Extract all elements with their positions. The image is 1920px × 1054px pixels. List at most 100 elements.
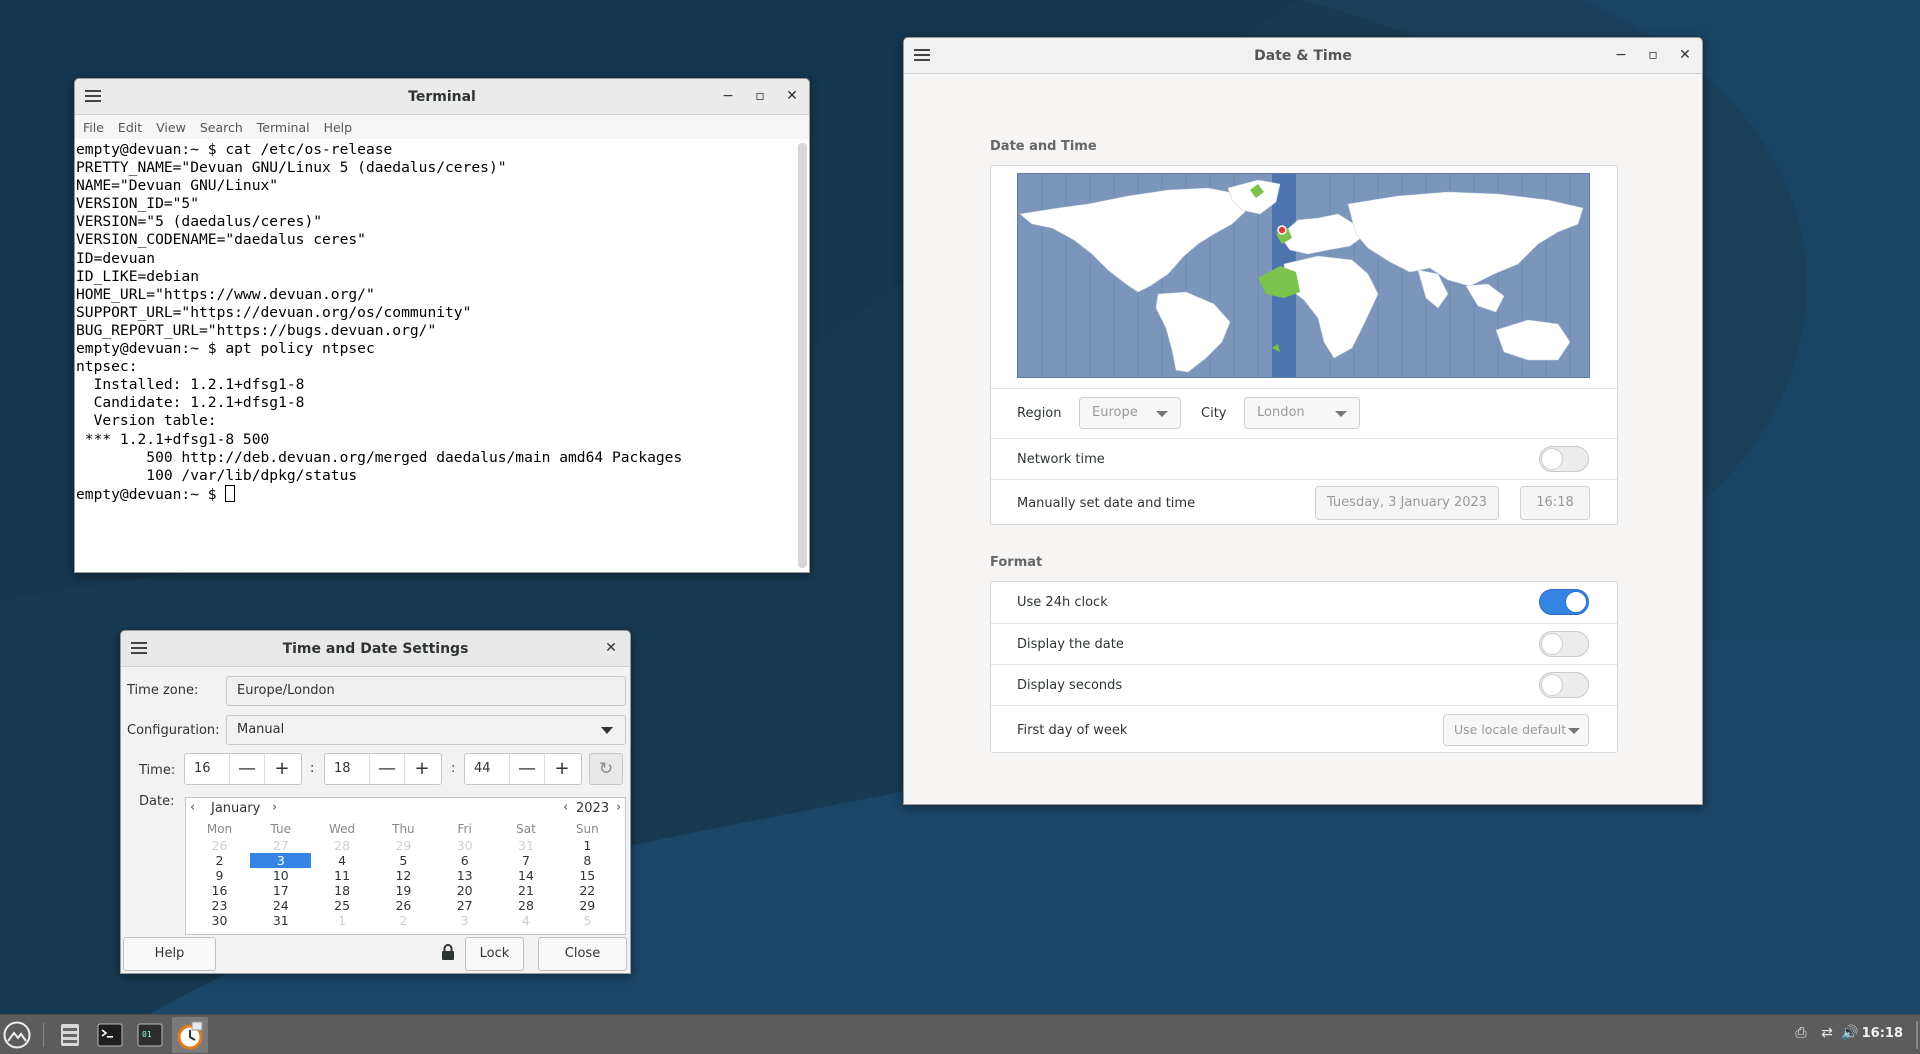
calendar-day[interactable]: 12 [373,868,434,883]
hour-decrement-button[interactable]: — [229,754,264,784]
second-spinner[interactable]: 44 — + [464,753,582,785]
calendar-day[interactable]: 17 [250,883,311,898]
calendar-day[interactable]: 3 [434,913,495,928]
minimize-icon[interactable]: − [1612,46,1630,64]
calendar-day[interactable]: 1 [557,838,618,853]
app-menu-button[interactable] [2,1020,32,1050]
menu-search[interactable]: Search [200,120,243,135]
calendar-day[interactable]: 14 [496,868,557,883]
terminal-titlebar[interactable]: Terminal − ▫ ✕ [75,79,809,115]
date-time-taskbar-button[interactable] [172,1017,208,1053]
calendar-day[interactable]: 8 [557,853,618,868]
calendar-day[interactable]: 19 [373,883,434,898]
calendar-day[interactable]: 2 [189,853,250,868]
timezone-map[interactable] [1017,173,1590,378]
calendar-day[interactable]: 16 [189,883,250,898]
calendar-day[interactable]: 15 [557,868,618,883]
calendar-day[interactable]: 4 [312,853,373,868]
calendar-day[interactable]: 30 [189,913,250,928]
menu-terminal[interactable]: Terminal [257,120,310,135]
calendar-day[interactable]: 20 [434,883,495,898]
calendar-day[interactable]: 31 [250,913,311,928]
calendar-day[interactable]: 21 [496,883,557,898]
calendar-day[interactable]: 3 [250,853,312,868]
display-seconds-switch[interactable] [1539,672,1589,698]
calendar-day[interactable]: 5 [373,853,434,868]
terminal-taskbar-button[interactable] [94,1019,126,1051]
minute-value[interactable]: 18 [325,754,369,784]
printer-icon[interactable]: ⎙ [1792,1025,1810,1043]
maximize-icon[interactable]: ▫ [751,87,769,105]
next-month-icon[interactable]: › [272,800,277,815]
region-combo[interactable]: Europe [1079,397,1181,429]
calendar-day[interactable]: 9 [189,868,250,883]
calendar-day[interactable]: 22 [557,883,618,898]
prev-year-icon[interactable]: ‹ [563,800,568,815]
manual-date-button[interactable]: Tuesday, 3 January 2023 [1315,486,1499,520]
hour-spinner[interactable]: 16 — + [184,753,302,785]
calendar-day[interactable]: 4 [496,913,557,928]
configuration-combo[interactable]: Manual [226,715,626,745]
calendar-day[interactable]: 27 [250,838,311,853]
hamburger-menu-icon[interactable] [85,90,101,104]
volume-icon[interactable]: 🔊 [1841,1025,1859,1043]
timezone-field[interactable]: Europe/London [226,676,626,706]
second-value[interactable]: 44 [465,754,509,784]
prev-month-icon[interactable]: ‹ [190,800,195,815]
calendar-day[interactable]: 5 [557,913,618,928]
file-manager-launcher[interactable] [54,1019,86,1051]
time-date-settings-titlebar[interactable]: Time and Date Settings ✕ [121,631,630,667]
taskbar-clock[interactable]: 16:18 [1862,1026,1903,1041]
calendar-day[interactable]: 1 [312,913,373,928]
display-date-switch[interactable] [1539,631,1589,657]
second-decrement-button[interactable]: — [509,754,544,784]
calendar-day[interactable]: 28 [496,898,557,913]
calendar-day[interactable]: 29 [557,898,618,913]
calendar-day[interactable]: 23 [189,898,250,913]
calendar-day[interactable]: 26 [189,838,250,853]
menu-file[interactable]: File [83,120,104,135]
calendar-day[interactable]: 24 [250,898,311,913]
close-icon[interactable]: ✕ [602,639,620,657]
calendar-day[interactable]: 25 [312,898,373,913]
hour-increment-button[interactable]: + [264,754,299,784]
calendar-day[interactable]: 11 [312,868,373,883]
minute-spinner[interactable]: 18 — + [324,753,442,785]
menu-help[interactable]: Help [324,120,353,135]
date-time-titlebar[interactable]: Date & Time − ▫ ✕ [904,38,1702,74]
hamburger-menu-icon[interactable] [131,642,147,656]
calendar-day[interactable]: 29 [373,838,434,853]
minute-decrement-button[interactable]: — [369,754,404,784]
help-button[interactable]: Help [123,937,216,971]
network-icon[interactable]: ⇄ [1818,1025,1836,1043]
manual-time-button[interactable]: 16:18 [1520,486,1590,520]
close-icon[interactable]: ✕ [1676,46,1694,64]
calendar-day[interactable]: 31 [496,838,557,853]
close-button[interactable]: Close [538,937,627,971]
terminal-scrollbar[interactable] [798,143,807,568]
calendar-day[interactable]: 2 [373,913,434,928]
calendar-day[interactable]: 26 [373,898,434,913]
calendar-day[interactable]: 6 [434,853,495,868]
second-increment-button[interactable]: + [544,754,579,784]
hamburger-menu-icon[interactable] [914,49,930,63]
minute-increment-button[interactable]: + [404,754,439,784]
minimize-icon[interactable]: − [719,87,737,105]
calendar-day[interactable]: 10 [250,868,311,883]
calendar-day[interactable]: 30 [434,838,495,853]
menu-view[interactable]: View [156,120,186,135]
sync-time-button[interactable]: ↻ [589,753,623,785]
city-combo[interactable]: London [1244,397,1360,429]
network-time-switch[interactable] [1539,446,1589,472]
close-icon[interactable]: ✕ [783,87,801,105]
system-monitor-launcher[interactable]: 01 [134,1019,166,1051]
calendar-day[interactable]: 18 [312,883,373,898]
menu-edit[interactable]: Edit [118,120,142,135]
maximize-icon[interactable]: ▫ [1644,46,1662,64]
next-year-icon[interactable]: › [616,800,621,815]
calendar-day[interactable]: 7 [496,853,557,868]
terminal-output[interactable]: empty@devuan:~ $ cat /etc/os-release PRET… [75,140,795,572]
lock-button[interactable]: Lock [465,937,524,971]
show-desktop-edge[interactable] [1916,1021,1918,1049]
calendar-day[interactable]: 13 [434,868,495,883]
